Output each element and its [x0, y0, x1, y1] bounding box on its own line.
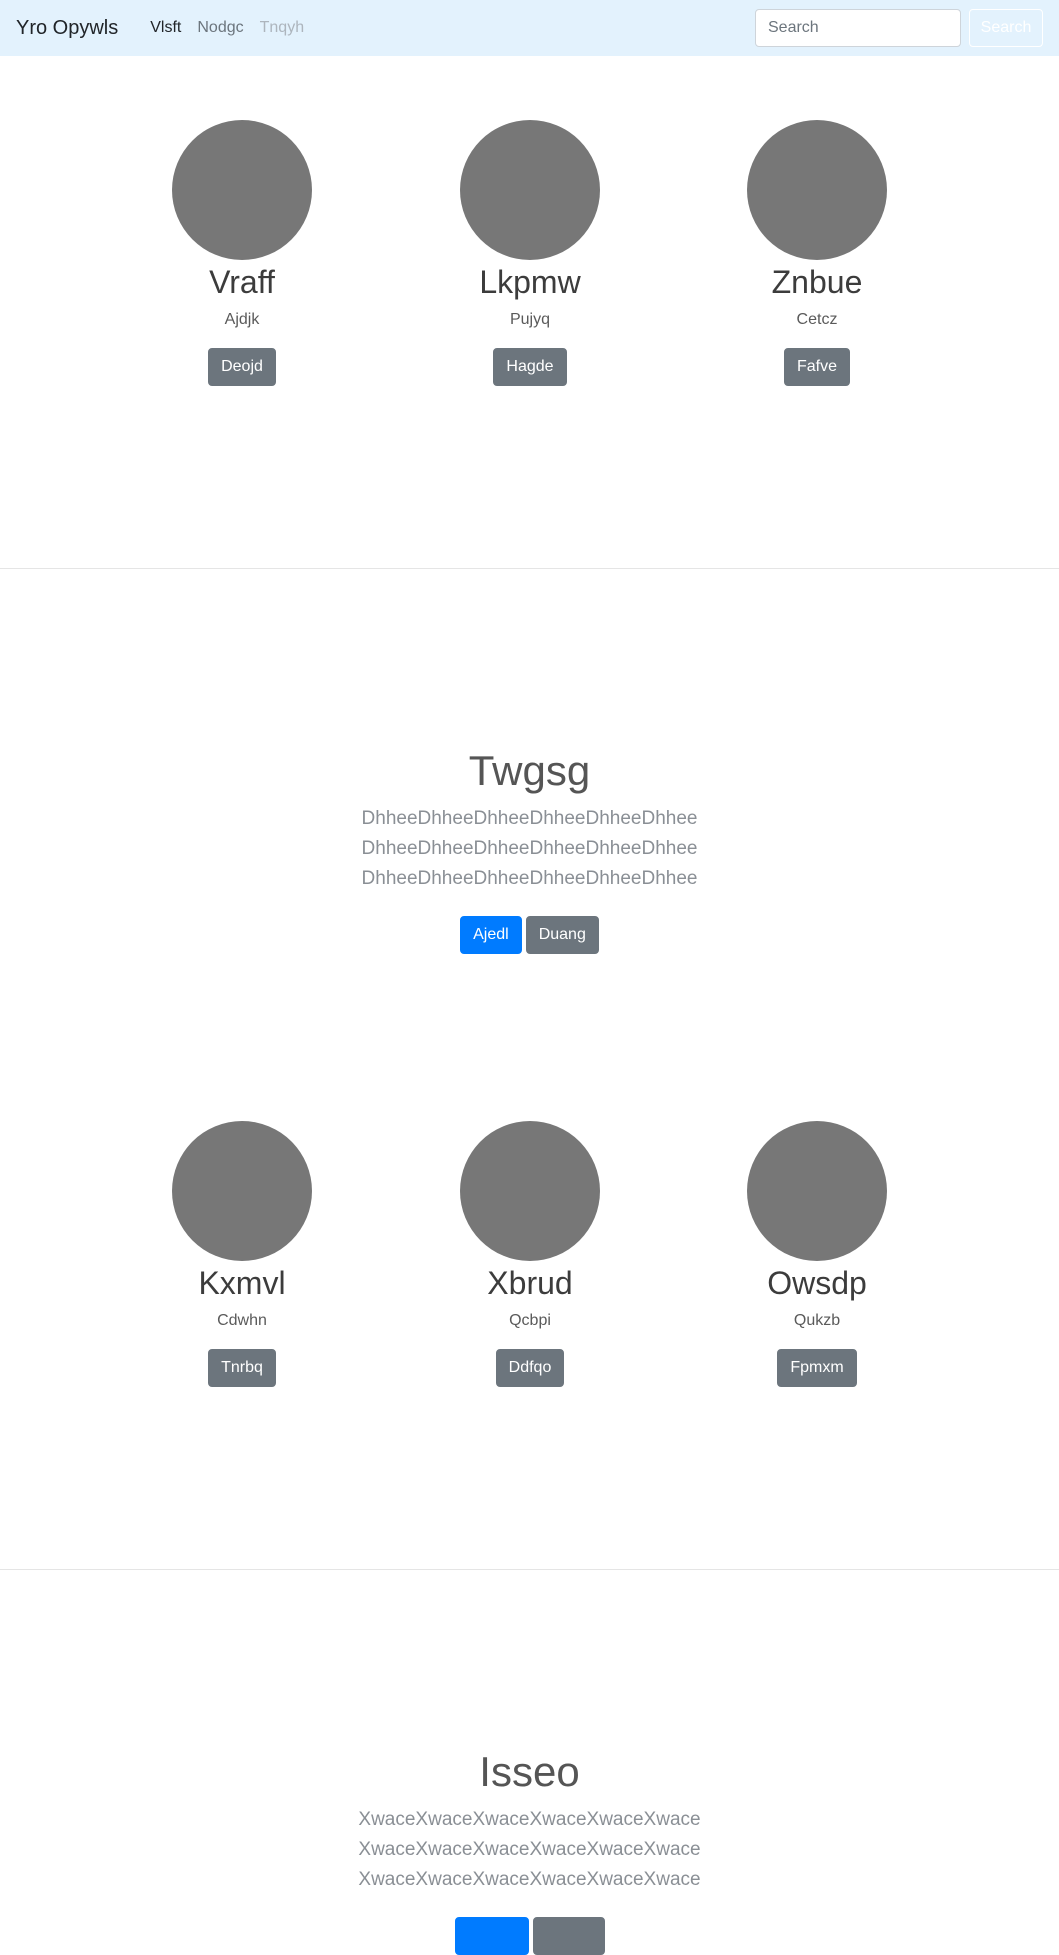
navbar-brand[interactable]: Yro Opywls [16, 18, 118, 38]
card-heading: Lkpmw [479, 264, 581, 300]
search-button[interactable]: Search [969, 9, 1043, 47]
card-heading: Owsdp [767, 1265, 867, 1301]
avatar-placeholder [172, 1121, 312, 1261]
card-button[interactable]: Fafve [783, 348, 850, 386]
secondary-button[interactable]: Duang [525, 916, 599, 954]
card-button[interactable]: Deojd [208, 348, 276, 386]
card-text: Cetcz [796, 311, 838, 328]
nav-link-vlsft[interactable]: Vlsft [142, 20, 189, 36]
lead-line: XwaceXwaceXwaceXwaceXwaceXwace [358, 1869, 701, 1890]
card-heading: Vraff [209, 264, 275, 300]
feature-card: Owsdp Qukzb Fpmxm [673, 1121, 961, 1387]
section-divider [0, 1569, 1059, 1570]
feature-card: Lkpmw Pujyq Hagde [386, 120, 674, 386]
section-buttons [0, 1917, 1059, 1955]
card-button[interactable]: Hagde [493, 348, 567, 386]
feature-card: Znbue Cetcz Fafve [673, 120, 961, 386]
nav-link-nodgc[interactable]: Nodgc [189, 20, 251, 36]
avatar-placeholder [460, 1121, 600, 1261]
feature-card: Vraff Ajdjk Deojd [98, 120, 386, 386]
section-buttons: Ajedl Duang [0, 916, 1059, 954]
search-input[interactable] [755, 9, 961, 47]
section-divider [0, 568, 1059, 569]
featurette-section-1: Twgsg DhheeDhheeDhheeDhheeDhheeDhhee Dhh… [0, 746, 1059, 954]
card-button[interactable]: Tnrbq [208, 1349, 276, 1387]
section-heading: Twgsg [468, 747, 591, 794]
lead-line: XwaceXwaceXwaceXwaceXwaceXwace [358, 1809, 701, 1830]
card-text: Pujyq [509, 311, 551, 328]
search-form: Search [755, 9, 1043, 47]
avatar-placeholder [747, 120, 887, 260]
card-heading: Znbue [771, 264, 863, 300]
primary-button[interactable]: Ajedl [460, 916, 522, 954]
top-navbar: Yro Opywls Vlsft Nodgc Tnqyh Search [0, 0, 1059, 56]
card-text: Ajdjk [224, 311, 260, 328]
section-heading: Isseo [479, 1748, 580, 1795]
card-text: Cdwhn [217, 1312, 267, 1329]
avatar-placeholder [747, 1121, 887, 1261]
featurette-section-2: Isseo XwaceXwaceXwaceXwaceXwaceXwace Xwa… [0, 1747, 1059, 1955]
card-heading: Kxmvl [198, 1265, 286, 1301]
avatar-placeholder [460, 120, 600, 260]
lead-line: XwaceXwaceXwaceXwaceXwaceXwace [358, 1839, 701, 1860]
nav-links: Vlsft Nodgc Tnqyh [142, 20, 312, 36]
feature-card: Xbrud Qcbpi Ddfqo [386, 1121, 674, 1387]
lead-line: DhheeDhheeDhheeDhheeDhheeDhhee [361, 808, 698, 829]
card-heading: Xbrud [487, 1265, 573, 1301]
card-text: Qukzb [793, 1312, 841, 1329]
card-button[interactable]: Fpmxm [777, 1349, 857, 1387]
card-button[interactable]: Ddfqo [495, 1349, 565, 1387]
feature-card: Kxmvl Cdwhn Tnrbq [98, 1121, 386, 1387]
nav-link-tnqyh: Tnqyh [259, 19, 305, 36]
section-lead: XwaceXwaceXwaceXwaceXwaceXwace XwaceXwac… [0, 1805, 1059, 1895]
card-text: Qcbpi [509, 1312, 551, 1329]
lead-line: DhheeDhheeDhheeDhheeDhheeDhhee [361, 838, 698, 859]
section-lead: DhheeDhheeDhheeDhheeDhheeDhhee DhheeDhhe… [0, 804, 1059, 894]
avatar-placeholder [172, 120, 312, 260]
primary-button[interactable] [454, 1917, 529, 1955]
secondary-button[interactable] [532, 1917, 605, 1955]
lead-line: DhheeDhheeDhheeDhheeDhheeDhhee [361, 868, 698, 889]
